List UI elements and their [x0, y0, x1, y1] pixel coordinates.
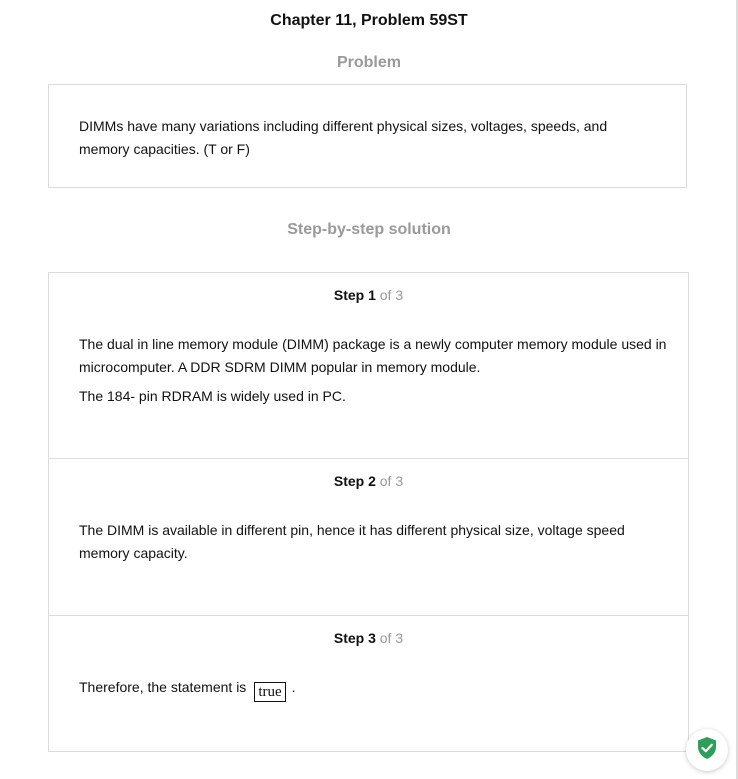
chapter-title: Chapter 11, Problem 59ST: [270, 12, 468, 29]
step-paragraph: The dual in line memory module (DIMM) pa…: [79, 336, 667, 375]
step-body: The DIMM is available in different pin, …: [79, 519, 669, 571]
problem-heading: Problem: [336, 54, 401, 71]
step-3: Step 3 of 3 Therefore, the statement is t…: [49, 616, 688, 751]
step-paragraph: The 184- pin RDRAM is widely used in PC.: [79, 388, 346, 404]
solution-heading: Step-by-step solution: [287, 221, 451, 238]
step-conclusion: Therefore, the statement is true.: [79, 676, 669, 702]
step-paragraph: The DIMM is available in different pin, …: [79, 522, 625, 561]
problem-text: DIMMs have many variations including dif…: [79, 118, 608, 157]
step-count: of 3: [379, 630, 404, 646]
conclusion-text: Therefore, the statement is: [79, 679, 247, 695]
steps-container: Step 1 of 3 The dual in line memory modu…: [48, 272, 689, 752]
problem-box: DIMMs have many variations including dif…: [48, 84, 687, 188]
security-badge[interactable]: [686, 729, 728, 771]
shield-check-icon: [696, 736, 718, 765]
step-body: The dual in line memory module (DIMM) pa…: [79, 333, 669, 415]
conclusion-period: .: [291, 679, 296, 695]
step-header: Step 2 of 3: [49, 473, 688, 489]
step-header: Step 3 of 3: [49, 630, 688, 646]
step-count: of 3: [379, 287, 404, 303]
answer-box: true: [254, 682, 286, 702]
step-count: of 3: [379, 473, 404, 489]
step-label: Step 3: [333, 630, 376, 646]
step-label: Step 2: [333, 473, 376, 489]
step-label: Step 1: [333, 287, 376, 303]
solution-page: Chapter 11, Problem 59ST Problem DIMMs h…: [0, 0, 738, 779]
step-header: Step 1 of 3: [49, 287, 688, 303]
step-body: Therefore, the statement is true.: [79, 676, 669, 709]
step-2: Step 2 of 3 The DIMM is available in dif…: [49, 459, 688, 616]
step-1: Step 1 of 3 The dual in line memory modu…: [49, 273, 688, 459]
